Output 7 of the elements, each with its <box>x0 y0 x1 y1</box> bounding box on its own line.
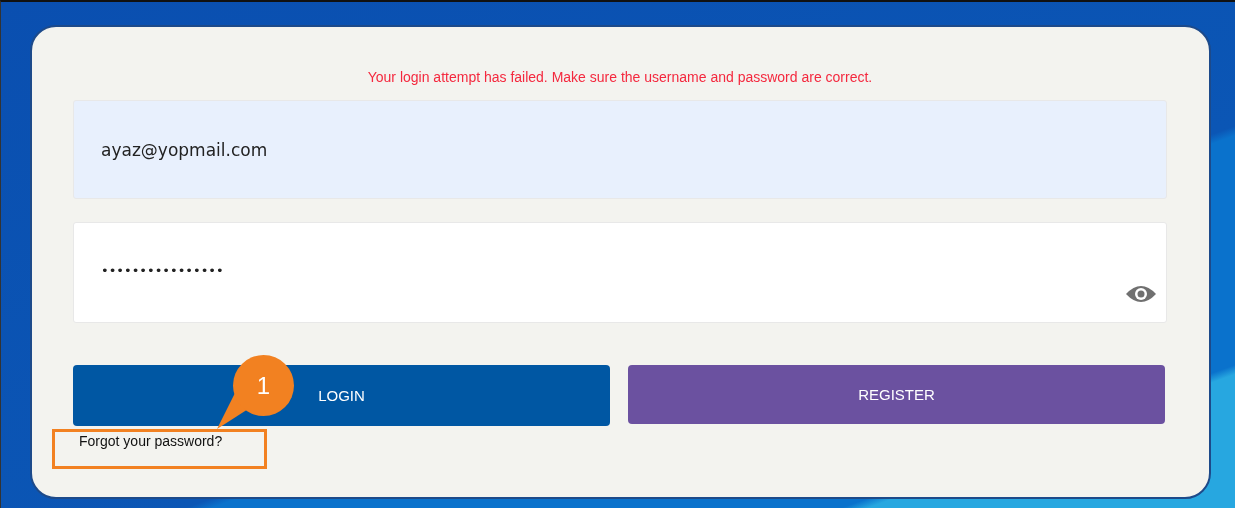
forgot-password-link[interactable]: Forgot your password? <box>79 433 223 449</box>
password-field[interactable]: •••••••••••••••• <box>73 222 1167 323</box>
register-button[interactable]: REGISTER <box>628 365 1165 424</box>
email-field[interactable]: ayaz@yopmail.com <box>73 100 1167 199</box>
error-message: Your login attempt has failed. Make sure the username and password are correct. <box>366 69 874 85</box>
masked-password: •••••••••••••••• <box>101 263 224 279</box>
eye-icon[interactable] <box>1125 284 1157 304</box>
